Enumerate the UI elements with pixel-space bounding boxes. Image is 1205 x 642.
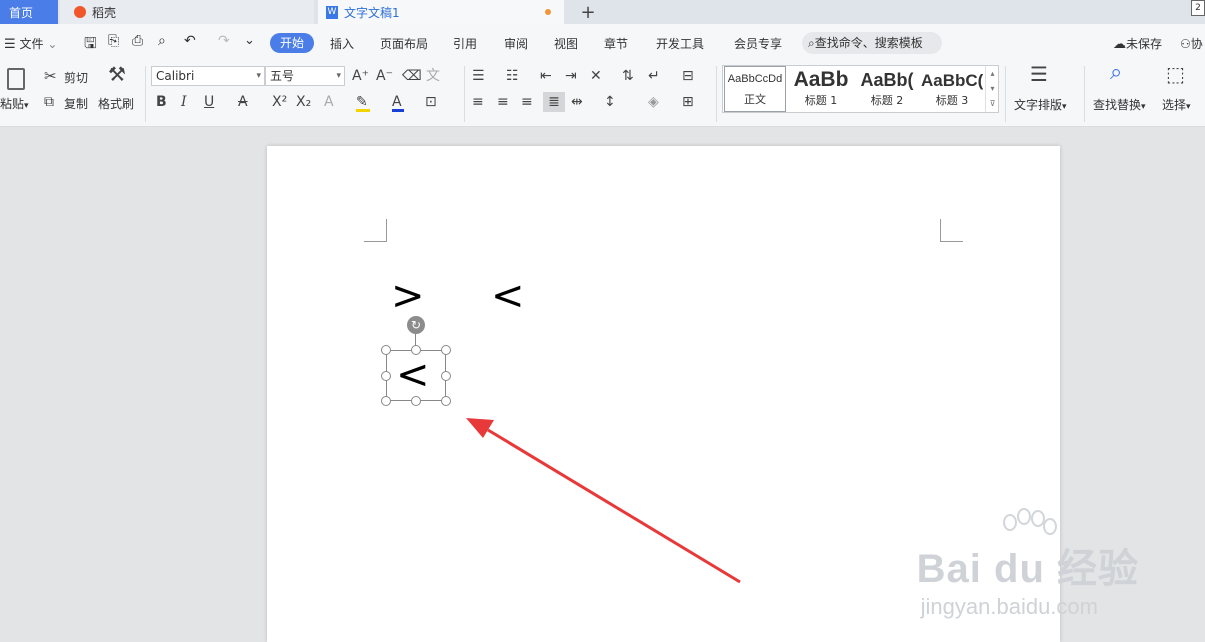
baidu-watermark: Bai du 经验 jingyan.baidu.com	[917, 508, 1139, 620]
arrow-shaft	[487, 428, 741, 584]
watermark-url: jingyan.baidu.com	[920, 594, 1098, 619]
paw-logo-icon	[995, 508, 1057, 556]
arrow-head	[466, 418, 494, 438]
